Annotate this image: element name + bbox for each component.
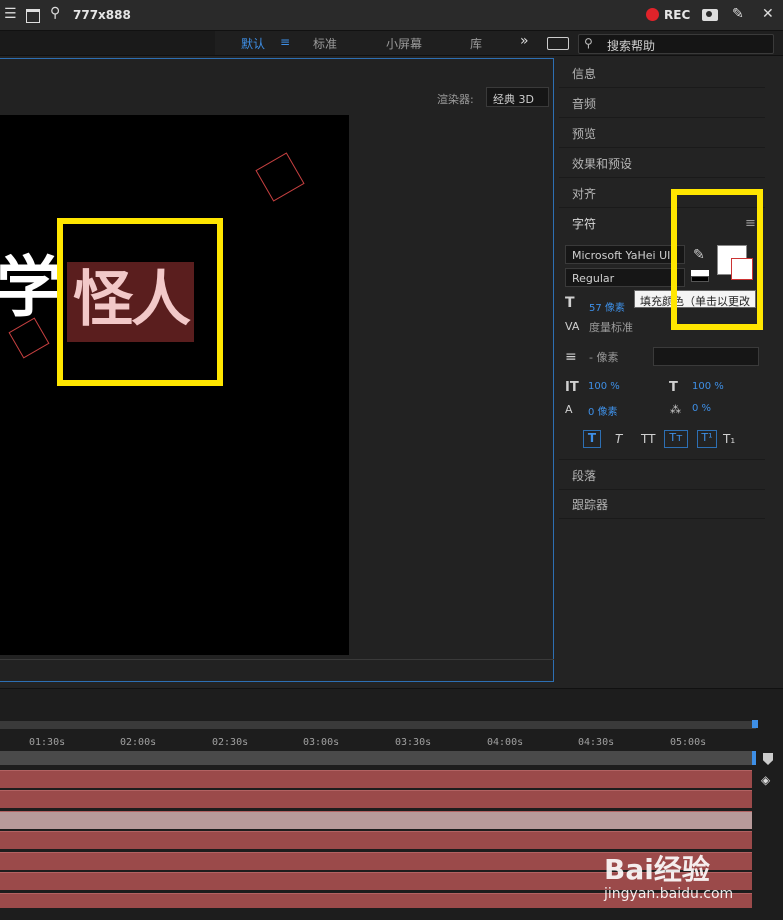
- tsume-value[interactable]: 0 %: [692, 403, 711, 414]
- shape-layer-square[interactable]: [255, 152, 305, 202]
- faux-bold-button[interactable]: T: [583, 430, 601, 448]
- time-ruler-tick: 02:00s: [120, 737, 157, 748]
- panel-info[interactable]: 信息: [559, 58, 765, 88]
- small-caps-button[interactable]: Tт: [664, 430, 688, 448]
- time-navigator[interactable]: [0, 751, 756, 765]
- pen-icon[interactable]: ✎: [732, 6, 744, 22]
- right-panel: 信息 音频 预览 效果和预设 对齐 字符 ≡ Microsoft YaHei U…: [559, 58, 783, 688]
- record-dot-icon[interactable]: [646, 8, 659, 21]
- workspace-tab-library[interactable]: 库: [470, 35, 482, 52]
- vertical-scale-icon: IT: [565, 380, 579, 395]
- workspace-tab-standard[interactable]: 标准: [313, 35, 337, 52]
- layer-bar[interactable]: [0, 811, 752, 829]
- time-ruler-tick: 04:30s: [578, 737, 615, 748]
- panel-preview[interactable]: 预览: [559, 118, 765, 148]
- panel-paragraph[interactable]: 段落: [559, 459, 765, 490]
- font-size-value[interactable]: 57 像素: [589, 299, 625, 314]
- search-icon: ⚲: [584, 36, 593, 50]
- workspace-more-button[interactable]: »: [520, 33, 529, 49]
- baseline-shift-value[interactable]: 0 像素: [588, 403, 618, 418]
- font-style-select[interactable]: Regular: [565, 268, 685, 287]
- keyframe-icon[interactable]: ◈: [761, 773, 770, 787]
- stroke-width-select[interactable]: [653, 347, 759, 366]
- all-caps-button[interactable]: TT: [641, 432, 655, 446]
- playhead-handle[interactable]: [752, 751, 756, 765]
- time-ruler-tick: 04:00s: [487, 737, 524, 748]
- panel-audio[interactable]: 音频: [559, 88, 765, 118]
- baidu-jingyan-logo: Bai经验: [604, 853, 710, 886]
- renderer-select[interactable]: 经典 3D: [486, 87, 549, 107]
- help-search-input[interactable]: ⚲ 搜索帮助: [578, 34, 774, 54]
- time-ruler-tick: 03:30s: [395, 737, 432, 748]
- camera-icon[interactable]: [702, 9, 718, 21]
- workspace-tab-small-screen[interactable]: 小屏幕: [386, 35, 422, 52]
- workspace-tab-default[interactable]: 默认: [241, 35, 265, 52]
- horizontal-scale-value[interactable]: 100 %: [692, 381, 724, 392]
- menu-icon[interactable]: ☰: [4, 6, 17, 22]
- window-icon[interactable]: [26, 9, 40, 23]
- kerning-icon: VA: [565, 320, 580, 333]
- rec-button[interactable]: REC: [664, 8, 690, 22]
- time-ruler-tick: 05:00s: [670, 737, 707, 748]
- close-icon[interactable]: ✕: [762, 6, 774, 22]
- panel-tracker[interactable]: 跟踪器: [559, 489, 765, 519]
- subscript-button[interactable]: T₁: [723, 432, 735, 446]
- vertical-scale-value[interactable]: 100 %: [588, 381, 620, 392]
- leading-icon: ≡: [565, 349, 577, 365]
- recorder-titlebar: ☰ ⚲ 777x888 REC ✎ ✕: [0, 0, 783, 31]
- leading-value[interactable]: - 像素: [589, 349, 618, 365]
- layer-bar[interactable]: [0, 790, 752, 808]
- current-time-marker-icon[interactable]: [763, 753, 773, 765]
- kerning-select[interactable]: 度量标准: [589, 319, 633, 335]
- search-icon[interactable]: ⚲: [50, 5, 60, 21]
- window-size-label: 777x888: [73, 8, 131, 22]
- font-size-icon: T: [565, 295, 575, 311]
- horizontal-scale-icon: T: [669, 380, 678, 395]
- tsume-icon: ⁂: [670, 403, 681, 416]
- baseline-shift-icon: A: [565, 403, 573, 416]
- work-area-end-handle[interactable]: [752, 720, 758, 728]
- sync-icon[interactable]: [547, 37, 569, 50]
- yellow-annotation-box: [57, 218, 223, 386]
- workspace-menu-icon[interactable]: ≡: [280, 35, 290, 49]
- layer-bar[interactable]: [0, 770, 752, 788]
- time-ruler-tick: 02:30s: [212, 737, 249, 748]
- yellow-annotation-box: [671, 189, 763, 330]
- font-family-select[interactable]: Microsoft YaHei UI: [565, 245, 685, 264]
- watermark-url: jingyan.baidu.com: [604, 886, 734, 902]
- time-ruler-tick: 03:00s: [303, 737, 340, 748]
- faux-italic-button[interactable]: T: [615, 432, 622, 446]
- search-placeholder: 搜索帮助: [607, 39, 656, 53]
- work-area-bar[interactable]: [0, 721, 756, 729]
- superscript-button[interactable]: T¹: [697, 430, 717, 448]
- layer-bar[interactable]: [0, 831, 752, 849]
- renderer-label: 渲染器:: [437, 93, 474, 106]
- time-ruler-tick: 01:30s: [29, 737, 66, 748]
- text-layer-xue[interactable]: 学: [0, 255, 62, 321]
- panel-effects-presets[interactable]: 效果和预设: [559, 148, 765, 178]
- workspace-bar: 默认 ≡ 标准 小屏幕 库 » ⚲ 搜索帮助: [0, 31, 783, 56]
